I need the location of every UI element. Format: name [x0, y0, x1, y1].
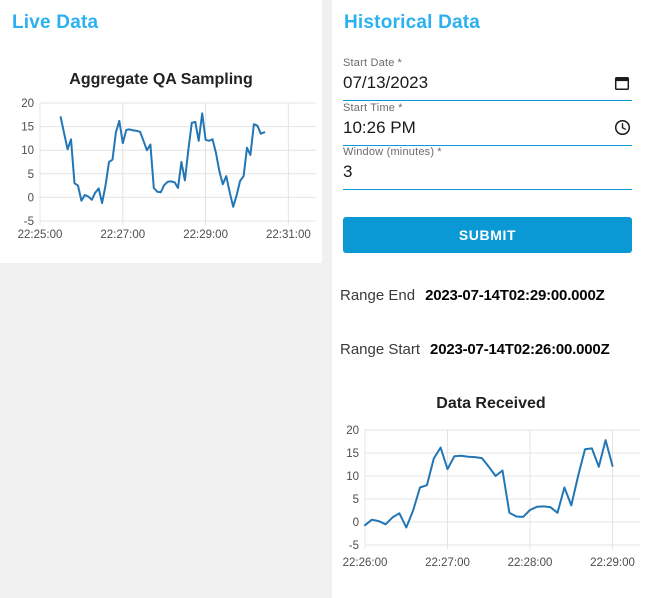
- svg-text:10: 10: [21, 145, 34, 157]
- historical-data-panel: Historical Data Start Date* Start Time*: [332, 0, 650, 598]
- live-data-title: Live Data: [12, 12, 99, 33]
- range-start-label: Range Start: [340, 341, 421, 358]
- svg-text:15: 15: [346, 448, 359, 460]
- range-end-row: Range End 2023-07-14T02:29:00.000Z: [340, 287, 605, 304]
- svg-text:22:27:00: 22:27:00: [425, 557, 470, 569]
- required-marker: *: [397, 57, 403, 69]
- svg-text:-5: -5: [349, 540, 359, 552]
- svg-text:22:26:00: 22:26:00: [343, 557, 388, 569]
- start-date-input[interactable]: [343, 70, 612, 100]
- svg-text:22:29:00: 22:29:00: [183, 229, 228, 241]
- start-date-field: Start Date *: [343, 57, 632, 101]
- range-start-row: Range Start 2023-07-14T02:26:00.000Z: [340, 341, 610, 358]
- start-time-label: Start Time: [343, 102, 396, 114]
- svg-text:Data Received: Data Received: [436, 395, 545, 412]
- svg-text:22:27:00: 22:27:00: [100, 229, 145, 241]
- clock-icon[interactable]: [612, 118, 632, 142]
- start-time-input[interactable]: [343, 115, 612, 145]
- svg-text:20: 20: [346, 425, 359, 437]
- svg-text:0: 0: [28, 192, 34, 204]
- submit-button[interactable]: SUBMIT: [343, 217, 632, 253]
- svg-text:15: 15: [21, 122, 34, 134]
- window-minutes-input[interactable]: [343, 159, 632, 189]
- svg-text:22:29:00: 22:29:00: [590, 557, 635, 569]
- range-end-value: 2023-07-14T02:29:00.000Z: [425, 287, 605, 304]
- svg-text:Aggregate QA Sampling: Aggregate QA Sampling: [69, 71, 252, 88]
- svg-text:-5: -5: [24, 216, 34, 228]
- svg-text:5: 5: [28, 169, 34, 181]
- data-received-chart: Data Received 20 15 10 5 0 -5 22:26:00 22:27:00 2…: [343, 395, 640, 569]
- start-date-label: Start Date: [343, 57, 395, 69]
- historical-data-title: Historical Data: [344, 12, 481, 33]
- svg-text:20: 20: [21, 98, 34, 110]
- svg-text:22:25:00: 22:25:00: [18, 229, 63, 241]
- window-minutes-field: Window (minutes) *: [343, 146, 632, 190]
- calendar-icon[interactable]: [612, 73, 632, 97]
- live-data-panel: Live Data Aggregate QA Sampling 20 15 10 5 0 -…: [0, 0, 322, 263]
- start-time-field: Start Time *: [343, 102, 632, 146]
- svg-text:10: 10: [346, 471, 359, 483]
- svg-text:5: 5: [353, 494, 359, 506]
- range-start-value: 2023-07-14T02:26:00.000Z: [430, 341, 610, 358]
- required-marker: *: [398, 102, 403, 114]
- window-minutes-label: Window (minutes): [343, 146, 435, 158]
- svg-text:0: 0: [353, 517, 359, 529]
- required-marker: *: [437, 146, 442, 158]
- range-end-label: Range End: [340, 287, 416, 304]
- svg-text:22:28:00: 22:28:00: [508, 557, 553, 569]
- aggregate-qa-sampling-chart: Aggregate QA Sampling 20 15 10 5 0 -522:25:00 2…: [18, 71, 316, 241]
- svg-text:22:31:00: 22:31:00: [266, 229, 311, 241]
